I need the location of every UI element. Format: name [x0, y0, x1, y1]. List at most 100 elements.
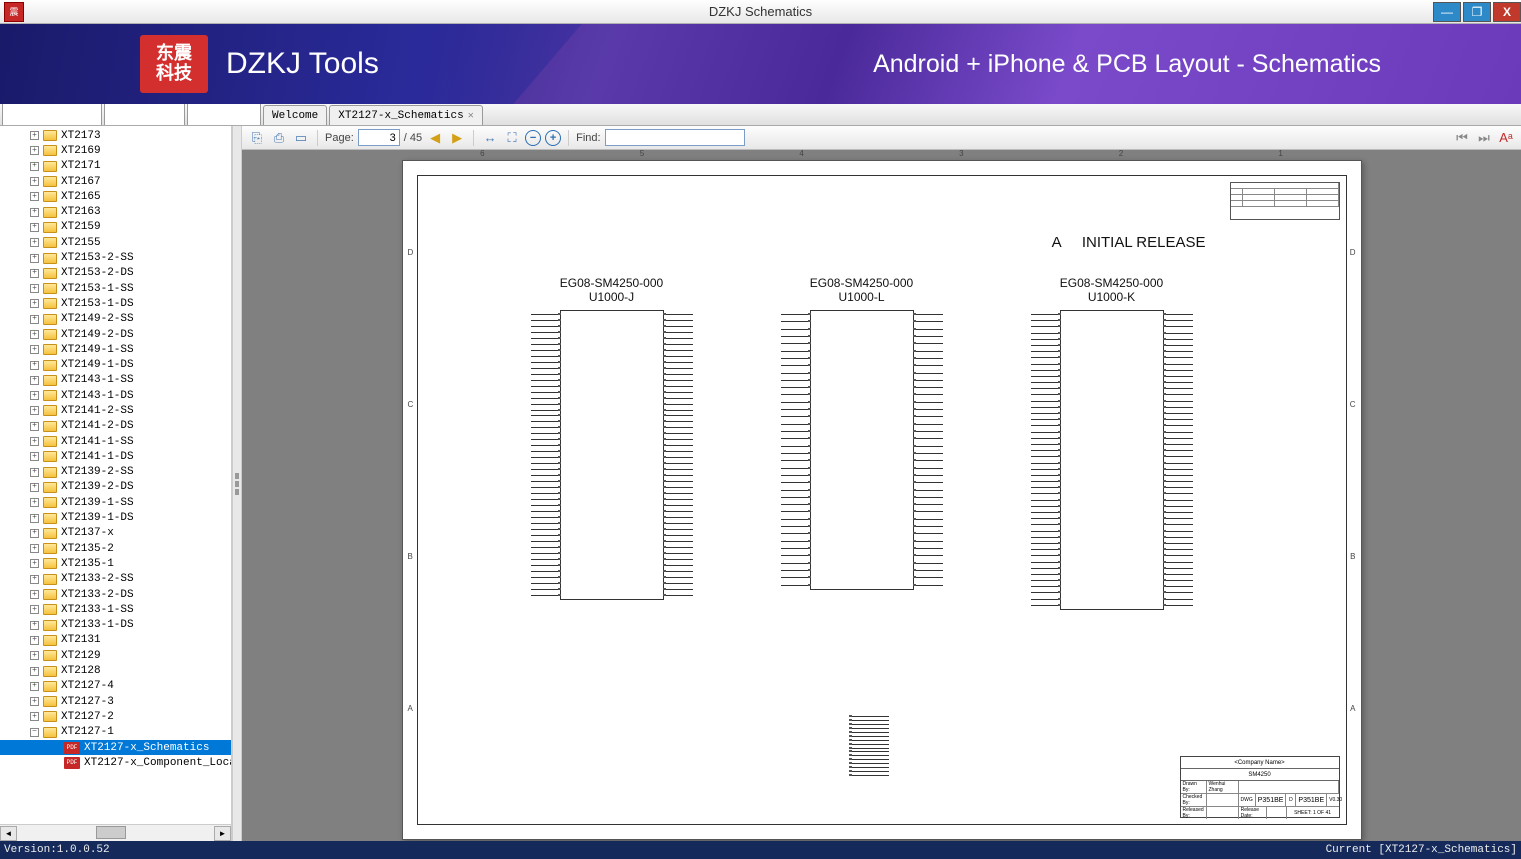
tree-item[interactable]: XT2141-2-SS: [0, 403, 231, 418]
tree-item[interactable]: XT2137-x: [0, 526, 231, 541]
tree-item[interactable]: XT2127-4: [0, 679, 231, 694]
expand-icon[interactable]: [30, 437, 39, 446]
expand-icon[interactable]: [30, 621, 39, 630]
tab-welcome[interactable]: Welcome: [263, 105, 327, 125]
expand-icon[interactable]: [30, 651, 39, 660]
tree-item[interactable]: XT2163: [0, 204, 231, 219]
expand-icon[interactable]: [30, 697, 39, 706]
horizontal-scrollbar[interactable]: ◄ ►: [0, 824, 231, 841]
tree-item[interactable]: XT2171: [0, 159, 231, 174]
tree-item[interactable]: XT2167: [0, 174, 231, 189]
tree-item[interactable]: XT2139-2-SS: [0, 465, 231, 480]
tree-item[interactable]: XT2173: [0, 128, 231, 143]
find-input[interactable]: [605, 129, 745, 146]
maximize-button[interactable]: ❐: [1463, 2, 1491, 22]
expand-icon[interactable]: [30, 361, 39, 370]
tree-item[interactable]: XT2131: [0, 633, 231, 648]
zoom-out-button[interactable]: −: [525, 130, 541, 146]
expand-icon[interactable]: [30, 238, 39, 247]
tree-item[interactable]: XT2149-1-DS: [0, 357, 231, 372]
scroll-thumb[interactable]: [96, 826, 126, 839]
expand-icon[interactable]: [30, 131, 39, 140]
expand-icon[interactable]: [30, 575, 39, 584]
tree-item[interactable]: XT2153-1-SS: [0, 281, 231, 296]
expand-icon[interactable]: [30, 376, 39, 385]
tree-item[interactable]: XT2159: [0, 220, 231, 235]
expand-icon[interactable]: [30, 498, 39, 507]
tree-item[interactable]: XT2133-1-SS: [0, 602, 231, 617]
expand-icon[interactable]: [30, 254, 39, 263]
expand-icon[interactable]: [30, 284, 39, 293]
tree-item[interactable]: XT2139-2-DS: [0, 480, 231, 495]
tree-item[interactable]: XT2169: [0, 143, 231, 158]
tree-item[interactable]: XT2149-1-SS: [0, 342, 231, 357]
expand-icon[interactable]: [30, 422, 39, 431]
scroll-right-button[interactable]: ►: [214, 826, 231, 841]
tree-item[interactable]: XT2127-3: [0, 694, 231, 709]
expand-icon[interactable]: [30, 208, 39, 217]
expand-icon[interactable]: [30, 391, 39, 400]
expand-icon[interactable]: [30, 269, 39, 278]
tree-item[interactable]: XT2128: [0, 663, 231, 678]
tab-document[interactable]: XT2127-x_Schematics ✕: [329, 105, 482, 125]
expand-icon[interactable]: [30, 544, 39, 553]
expand-icon[interactable]: [30, 177, 39, 186]
expand-icon[interactable]: [30, 483, 39, 492]
collapse-icon[interactable]: [30, 728, 39, 737]
tree-item[interactable]: XT2129: [0, 648, 231, 663]
expand-icon[interactable]: [30, 682, 39, 691]
expand-icon[interactable]: [30, 406, 39, 415]
tree-item[interactable]: XT2149-2-DS: [0, 327, 231, 342]
page-input[interactable]: [358, 129, 400, 146]
tree-item[interactable]: XT2141-2-DS: [0, 419, 231, 434]
tree-item[interactable]: XT2155: [0, 235, 231, 250]
close-icon[interactable]: ✕: [468, 110, 474, 122]
expand-icon[interactable]: [30, 712, 39, 721]
document-area[interactable]: 654321 A INITIAL RELEASE EG08-SM4250-000…: [242, 150, 1521, 841]
expand-icon[interactable]: [30, 192, 39, 201]
tree-item-open[interactable]: XT2127-1: [0, 725, 231, 740]
page-icon[interactable]: ▭: [292, 129, 310, 147]
expand-icon[interactable]: [30, 590, 39, 599]
tree-item[interactable]: XT2135-1: [0, 556, 231, 571]
expand-icon[interactable]: [30, 529, 39, 538]
tree-item[interactable]: XT2143-1-SS: [0, 373, 231, 388]
close-button[interactable]: X: [1493, 2, 1521, 22]
tree-item[interactable]: XT2135-2: [0, 541, 231, 556]
expand-icon[interactable]: [30, 162, 39, 171]
expand-icon[interactable]: [30, 667, 39, 676]
expand-icon[interactable]: [30, 452, 39, 461]
tree-item[interactable]: XT2139-1-DS: [0, 510, 231, 525]
fit-page-icon[interactable]: ⛶: [503, 129, 521, 147]
tree-item[interactable]: XT2133-2-DS: [0, 587, 231, 602]
tree-item[interactable]: XT2165: [0, 189, 231, 204]
scroll-track[interactable]: [17, 826, 214, 841]
expand-icon[interactable]: [30, 468, 39, 477]
tree-item[interactable]: XT2153-1-DS: [0, 296, 231, 311]
next-page-button[interactable]: ▶: [448, 129, 466, 147]
tree-item[interactable]: XT2149-2-SS: [0, 312, 231, 327]
prev-page-button[interactable]: ◀: [426, 129, 444, 147]
tree-item[interactable]: XT2143-1-DS: [0, 388, 231, 403]
tree-view[interactable]: XT2173XT2169XT2171XT2167XT2165XT2163XT21…: [0, 126, 231, 824]
expand-icon[interactable]: [30, 605, 39, 614]
text-size-icon[interactable]: Aᵃ: [1497, 129, 1515, 147]
minimize-button[interactable]: —: [1433, 2, 1461, 22]
tree-item[interactable]: XT2133-2-SS: [0, 572, 231, 587]
expand-icon[interactable]: [30, 330, 39, 339]
splitter[interactable]: [232, 126, 242, 841]
copy-icon[interactable]: ⎘: [248, 129, 266, 147]
tree-item[interactable]: XT2139-1-SS: [0, 495, 231, 510]
expand-icon[interactable]: [30, 636, 39, 645]
fit-width-icon[interactable]: ↔: [481, 129, 499, 147]
tree-item[interactable]: XT2141-1-DS: [0, 449, 231, 464]
tree-item[interactable]: XT2153-2-DS: [0, 266, 231, 281]
find-prev-button[interactable]: ⏮: [1453, 129, 1471, 147]
expand-icon[interactable]: [30, 315, 39, 324]
tree-item[interactable]: PDFXT2127-x_Component_Locati: [0, 755, 231, 770]
tree-item[interactable]: XT2153-2-SS: [0, 250, 231, 265]
find-next-button[interactable]: ⏭: [1475, 129, 1493, 147]
expand-icon[interactable]: [30, 514, 39, 523]
expand-icon[interactable]: [30, 223, 39, 232]
expand-icon[interactable]: [30, 559, 39, 568]
